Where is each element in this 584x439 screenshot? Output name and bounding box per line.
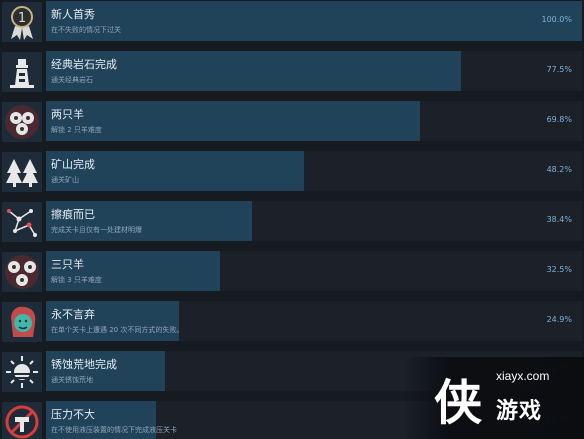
achievement-desc: 解锁 2 只羊难度 xyxy=(51,126,102,134)
progress-track: 三只羊解锁 3 只羊难度 32.5% xyxy=(46,251,582,291)
achievement-desc: 解锁 3 只羊难度 xyxy=(51,276,102,284)
progress-track: 经典岩石完成通关经典岩石 77.5% xyxy=(46,51,582,91)
no-hydraulics-icon xyxy=(2,402,42,439)
progress-track: 两只羊解锁 2 只羊难度 69.8% xyxy=(46,101,582,141)
achievement-title: 三只羊 xyxy=(51,258,84,271)
achievement-row[interactable]: 擦痕而已完成关卡且仅有一处建材明爆 38.4% xyxy=(0,200,584,244)
progress-track: 新人首秀在不失败的情况下过关 100.0% xyxy=(46,1,582,41)
achievement-row[interactable]: 1 新人首秀在不失败的情况下过关 100.0% xyxy=(0,0,584,44)
achievement-title: 压力不大 xyxy=(51,408,95,421)
svg-text:1: 1 xyxy=(18,11,26,26)
achievement-percent: 100.0% xyxy=(541,15,572,24)
achievement-row[interactable]: 永不言弃在单个关卡上遭遇 20 次不同方式的失败。 24.9% xyxy=(0,300,584,344)
achievement-percent: 24.9% xyxy=(546,315,572,324)
achievement-desc: 在单个关卡上遭遇 20 次不同方式的失败。 xyxy=(51,326,184,334)
achievement-desc: 通关锈蚀荒地 xyxy=(51,376,93,384)
achievement-row[interactable]: 三只羊解锁 3 只羊难度 32.5% xyxy=(0,250,584,294)
progress-fill xyxy=(46,101,421,141)
pine-trees-icon xyxy=(2,152,42,192)
progress-track: 擦痕而已完成关卡且仅有一处建材明爆 38.4% xyxy=(46,201,582,241)
achievement-percent: 48.2% xyxy=(546,165,572,174)
achievement-desc: 通关矿山 xyxy=(51,176,79,184)
achievement-title: 锈蚀荒地完成 xyxy=(51,358,117,371)
achievement-row[interactable]: 两只羊解锁 2 只羊难度 69.8% xyxy=(0,100,584,144)
watermark-logo: 侠 xiayx.com 游戏 xyxy=(404,357,584,439)
face-icon xyxy=(2,302,42,342)
achievement-desc: 完成关卡且仅有一处建材明爆 xyxy=(51,226,142,234)
achievement-row[interactable]: 经典岩石完成通关经典岩石 77.5% xyxy=(0,50,584,94)
achievement-title: 经典岩石完成 xyxy=(51,58,117,71)
achievement-title: 擦痕而已 xyxy=(51,208,95,221)
sun-icon xyxy=(2,352,42,392)
achievement-desc: 通关经典岩石 xyxy=(51,76,93,84)
progress-fill xyxy=(46,1,582,41)
watermark-url: xiayx.com xyxy=(496,369,550,383)
achievement-title: 永不言弃 xyxy=(51,308,95,321)
progress-track: 永不言弃在单个关卡上遭遇 20 次不同方式的失败。 24.9% xyxy=(46,301,582,341)
watermark-name: 游戏 xyxy=(496,399,543,424)
achievement-percent: 38.4% xyxy=(546,215,572,224)
two-sheep-icon xyxy=(2,102,42,142)
medal-icon: 1 xyxy=(2,2,42,42)
achievement-percent: 69.8% xyxy=(546,115,572,124)
achievement-desc: 在不失败的情况下过关 xyxy=(51,26,121,34)
achievement-desc: 在不使用液压装置的情况下完成液压关卡 xyxy=(51,426,177,434)
achievement-row[interactable]: 矿山完成通关矿山 48.2% xyxy=(0,150,584,194)
achievement-percent: 32.5% xyxy=(546,265,572,274)
achievement-percent: 77.5% xyxy=(546,65,572,74)
progress-track: 矿山完成通关矿山 48.2% xyxy=(46,151,582,191)
achievement-title: 两只羊 xyxy=(51,108,84,121)
achievement-title: 矿山完成 xyxy=(51,158,95,171)
lighthouse-icon xyxy=(2,52,42,92)
achievement-title: 新人首秀 xyxy=(51,8,95,21)
three-sheep-icon xyxy=(2,252,42,292)
constellation-icon xyxy=(2,202,42,242)
watermark-char: 侠 xyxy=(434,375,482,431)
